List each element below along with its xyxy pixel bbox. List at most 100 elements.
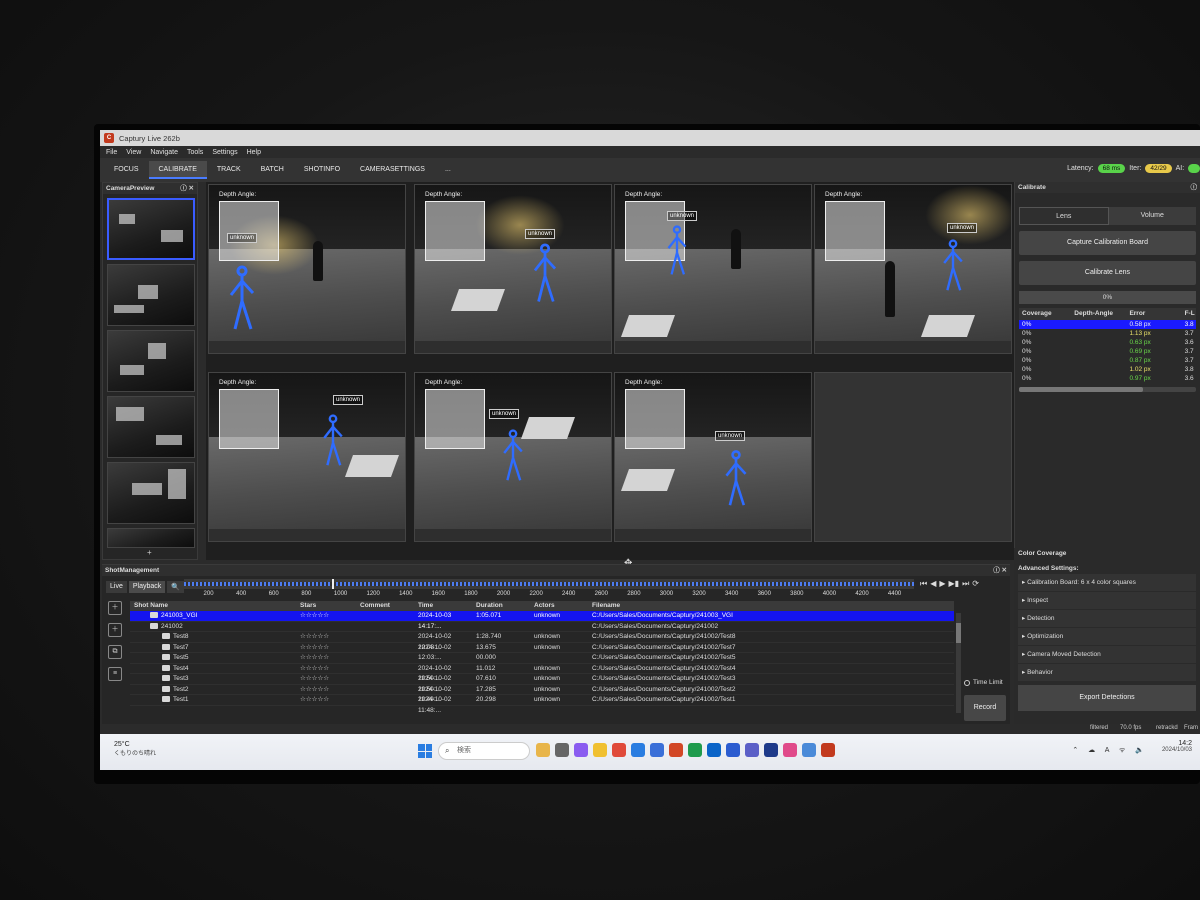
horizontal-scrollbar[interactable] — [1019, 387, 1196, 392]
app-icon[interactable] — [650, 743, 664, 757]
camera-thumbnail[interactable] — [107, 462, 195, 524]
time-limit-option[interactable]: Time Limit — [964, 679, 1003, 686]
tab-volume[interactable]: Volume — [1108, 207, 1196, 225]
app-icon[interactable] — [764, 743, 778, 757]
taskbar-search[interactable]: ⌕ 検索 — [438, 742, 530, 760]
excel-icon[interactable] — [688, 743, 702, 757]
windows-start-icon[interactable] — [418, 744, 432, 758]
camera-view[interactable]: Depth Angle: unknown — [614, 184, 812, 354]
list-menu-icon[interactable]: ≡ — [108, 667, 122, 681]
advanced-item-calibration-board[interactable]: ▸ Calibration Board: 6 x 4 color squares — [1018, 574, 1196, 591]
shot-row[interactable]: Test5 ☆☆☆☆☆ 00.000 C:/Users/Sales/Documents… — [130, 653, 954, 664]
shot-row[interactable]: Test1 ☆☆☆☆☆ 2024-10-02 11:48:... 20.298 unkn… — [130, 695, 954, 714]
system-tray-icons[interactable]: ⌃ ☁ A ᯤ 🔈 — [1072, 746, 1148, 755]
app-icon[interactable] — [555, 743, 569, 757]
menu-settings[interactable]: Settings — [212, 149, 237, 156]
advanced-item-detection[interactable]: ▸ Detection — [1018, 610, 1196, 627]
col-time[interactable]: Time — [418, 601, 476, 611]
camera-view[interactable]: Depth Angle: unknown — [208, 184, 406, 354]
col-comment[interactable]: Comment — [360, 601, 418, 611]
advanced-item-behavior[interactable]: ▸ Behavior — [1018, 664, 1196, 681]
tab-lens[interactable]: Lens — [1019, 207, 1109, 225]
loop-icon[interactable]: ⟳ — [972, 579, 979, 589]
camera-view[interactable]: Depth Angle: unknown — [414, 184, 612, 354]
tab-playback[interactable]: Playback — [128, 581, 166, 593]
calibration-row[interactable]: 0% 0.58 px 3.8 — [1019, 320, 1196, 329]
menu-help[interactable]: Help — [247, 149, 261, 156]
shot-row[interactable]: Test2 ☆☆☆☆☆ 2024-10-02 11:49:... 17.285 unkn… — [130, 685, 954, 703]
shot-comment[interactable] — [360, 664, 418, 674]
app-icon[interactable] — [536, 743, 550, 757]
skip-start-icon[interactable]: ⏮ — [920, 579, 927, 589]
camera-view[interactable]: Depth Angle: unknown — [208, 372, 406, 542]
info-close-icon[interactable]: ⓘ ✕ — [993, 565, 1007, 576]
shot-stars[interactable]: ☆☆☆☆☆ — [300, 664, 360, 674]
menu-tools[interactable]: Tools — [187, 149, 203, 156]
menu-navigate[interactable]: Navigate — [150, 149, 178, 156]
menu-file[interactable]: File — [106, 149, 117, 156]
shot-row[interactable]: Test8 ☆☆☆☆☆ 2024-10-02 12:03:... 1:28.740 un… — [130, 632, 954, 651]
shot-comment[interactable] — [360, 632, 418, 642]
playback-timeline[interactable] — [184, 579, 914, 589]
captury-icon[interactable] — [821, 743, 835, 757]
shot-stars[interactable]: ☆☆☆☆☆ — [300, 632, 360, 642]
vertical-scrollbar[interactable] — [956, 613, 961, 713]
shot-stars[interactable]: ☆☆☆☆☆ — [300, 695, 360, 705]
add-camera-button[interactable]: + — [147, 548, 152, 557]
copilot-icon[interactable] — [574, 743, 588, 757]
camera-thumbnail[interactable] — [107, 396, 195, 458]
shot-comment[interactable] — [360, 653, 418, 663]
menu-view[interactable]: View — [126, 149, 141, 156]
word-icon[interactable] — [726, 743, 740, 757]
outlook-icon[interactable] — [707, 743, 721, 757]
add-shot-icon[interactable]: ＋ — [108, 623, 122, 637]
camera-view[interactable]: Depth Angle: unknown — [414, 372, 612, 542]
step-back-icon[interactable]: ◀ — [930, 579, 936, 589]
shot-row[interactable]: Test4 ☆☆☆☆☆ 2024-10-02 11:50:... 11.012 unkn… — [130, 664, 954, 682]
col-stars[interactable]: Stars — [300, 601, 360, 611]
tab-track[interactable]: TRACK — [207, 161, 251, 179]
slack-icon[interactable] — [783, 743, 797, 757]
calibration-row[interactable]: 0% 0.69 px 3.7 — [1019, 347, 1196, 356]
photos-icon[interactable] — [802, 743, 816, 757]
camera-view[interactable]: Depth Angle: unknown — [614, 372, 812, 542]
shot-stars[interactable]: ☆☆☆☆☆ — [300, 653, 360, 663]
play-icon[interactable]: ▶ — [939, 579, 945, 589]
col-actors[interactable]: Actors — [534, 601, 592, 611]
calibration-row[interactable]: 0% 1.13 px 3.7 — [1019, 329, 1196, 338]
shot-stars[interactable]: ☆☆☆☆☆ — [300, 643, 360, 653]
export-detections-button[interactable]: Export Detections — [1018, 685, 1196, 711]
tab-focus[interactable]: FOCUS — [104, 161, 149, 179]
camera-view[interactable]: Depth Angle: unknown — [814, 184, 1012, 354]
shot-comment[interactable] — [360, 622, 418, 632]
time-limit-radio[interactable] — [964, 679, 970, 686]
info-icon[interactable]: ⓘ — [1191, 182, 1198, 193]
skip-end-icon[interactable]: ⏭ — [962, 579, 969, 589]
calibration-row[interactable]: 0% 1.02 px 3.8 — [1019, 365, 1196, 374]
col-filename[interactable]: Filename — [592, 601, 954, 611]
tab-shotinfo[interactable]: SHOTINFO — [294, 161, 350, 179]
calibration-row[interactable]: 0% 0.63 px 3.6 — [1019, 338, 1196, 347]
shot-stars[interactable]: ☆☆☆☆☆ — [300, 685, 360, 695]
advanced-item-inspect[interactable]: ▸ Inspect — [1018, 592, 1196, 609]
camera-thumbnail[interactable] — [107, 198, 195, 260]
search-icon[interactable]: 🔍 — [167, 581, 184, 593]
calibration-row[interactable]: 0% 0.87 px 3.7 — [1019, 356, 1196, 365]
shot-comment[interactable] — [360, 643, 418, 653]
shot-comment[interactable] — [360, 674, 418, 684]
record-button[interactable]: Record — [964, 695, 1006, 721]
weather-widget[interactable]: 25°C くもりのち晴れ — [114, 741, 156, 757]
shot-comment[interactable] — [360, 695, 418, 705]
store-icon[interactable] — [631, 743, 645, 757]
chrome-icon[interactable] — [612, 743, 626, 757]
advanced-item-camera-moved[interactable]: ▸ Camera Moved Detection — [1018, 646, 1196, 663]
shot-stars[interactable] — [300, 622, 360, 632]
teams-icon[interactable] — [745, 743, 759, 757]
calibration-row[interactable]: 0% 0.97 px 3.6 — [1019, 374, 1196, 383]
camera-thumbnail[interactable] — [107, 528, 195, 548]
tab-live[interactable]: Live — [106, 581, 127, 593]
shot-row[interactable]: Test3 ☆☆☆☆☆ 2024-10-02 11:50:... 07.610 unkn… — [130, 674, 954, 693]
panel-info-close-icon[interactable]: ⓘ ✕ — [180, 183, 194, 194]
shot-row[interactable]: Test7 ☆☆☆☆☆ 2024-10-02 12:03:... 13.675 unkn… — [130, 643, 954, 661]
shot-row[interactable]: 241003_VGI ☆☆☆☆☆ 2024-10-03 14:17:... 1:05.… — [130, 611, 954, 630]
